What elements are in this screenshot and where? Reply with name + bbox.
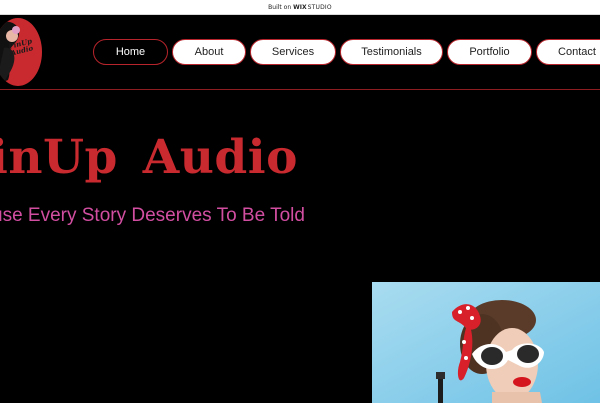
nav-contact[interactable]: Contact [536,39,600,65]
banner-wix-word: WIX [293,3,307,11]
wix-studio-banner[interactable]: Built on WIX STUDIO [0,0,600,15]
site-logo[interactable]: PinUp Audio [0,18,42,86]
nav-portfolio[interactable]: Portfolio [447,39,532,65]
nav-home[interactable]: Home [93,39,168,65]
hero-photo [372,282,600,403]
header-divider [0,89,600,90]
hero-tagline: use Every Story Deserves To Be Told [0,205,305,226]
banner-built-on: Built on [268,3,292,11]
banner-studio-word: STUDIO [307,3,332,11]
main-nav: Home About Services Testimonials Portfol… [93,39,600,65]
hero-title: inUp Audio [0,130,298,185]
nav-about[interactable]: About [172,39,246,65]
nav-testimonials[interactable]: Testimonials [340,39,443,65]
page: Built on WIX STUDIO PinUp Audio Home Abo… [0,0,600,403]
nav-services[interactable]: Services [250,39,336,65]
